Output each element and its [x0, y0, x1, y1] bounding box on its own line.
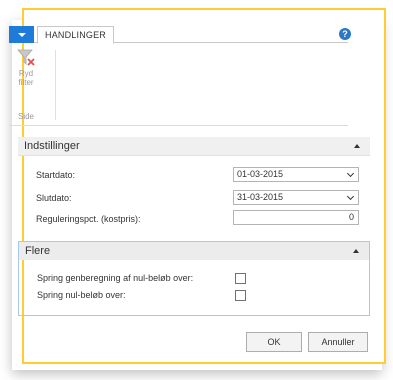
clear-filter-icon [17, 49, 35, 66]
skip-zero-checkbox[interactable] [235, 290, 246, 301]
clear-filter-button[interactable]: Ryd filter [9, 48, 43, 98]
cancel-button[interactable]: Annuller [308, 332, 368, 352]
chevron-down-icon[interactable] [346, 169, 355, 178]
more-section-header[interactable]: Flere [19, 242, 369, 260]
app-menu-button[interactable] [9, 26, 34, 43]
start-date-value: 01-03-2015 [237, 169, 284, 179]
collapse-caret-icon[interactable] [353, 249, 359, 253]
start-date-label: Startdato: [36, 170, 76, 180]
adjustment-field[interactable]: 0 [233, 210, 359, 225]
ok-button[interactable]: OK [246, 332, 302, 352]
settings-section: Indstillinger Startdato: 01-03-2015 Slut… [18, 137, 370, 237]
adjustment-label: Reguleringspct. (kostpris): [36, 214, 141, 224]
end-date-field[interactable]: 31-03-2015 [233, 190, 359, 205]
settings-section-header[interactable]: Indstillinger [18, 137, 370, 156]
start-date-field[interactable]: 01-03-2015 [233, 167, 359, 182]
ribbon-group-label: Side [17, 112, 34, 121]
collapse-caret-icon[interactable] [354, 144, 360, 148]
more-section-title: Flere [25, 245, 51, 257]
skip-recalc-label: Spring genberegning af nul-beløb over: [37, 273, 194, 283]
chevron-down-icon[interactable] [346, 192, 355, 201]
end-date-label: Slutdato: [36, 193, 72, 203]
skip-zero-label: Spring nul-beløb over: [37, 290, 126, 300]
tab-handlinger[interactable]: HANDLINGER [37, 26, 115, 44]
settings-section-title: Indstillinger [24, 140, 80, 152]
end-date-value: 31-03-2015 [237, 192, 284, 202]
adjustment-value: 0 [348, 212, 354, 222]
chevron-down-icon [17, 32, 26, 37]
ribbon-body: Ryd filter Side [9, 44, 348, 126]
skip-recalc-checkbox[interactable] [235, 273, 246, 284]
ribbon: HANDLINGER ? Ryd filter Side [9, 26, 351, 128]
more-section: Flere Spring genberegning af nul-beløb o… [18, 241, 370, 316]
help-icon[interactable]: ? [339, 28, 351, 40]
clear-filter-label: Ryd filter [18, 69, 34, 87]
ribbon-group-divider [55, 50, 56, 120]
ribbon-tab-bar: HANDLINGER ? [9, 26, 351, 44]
